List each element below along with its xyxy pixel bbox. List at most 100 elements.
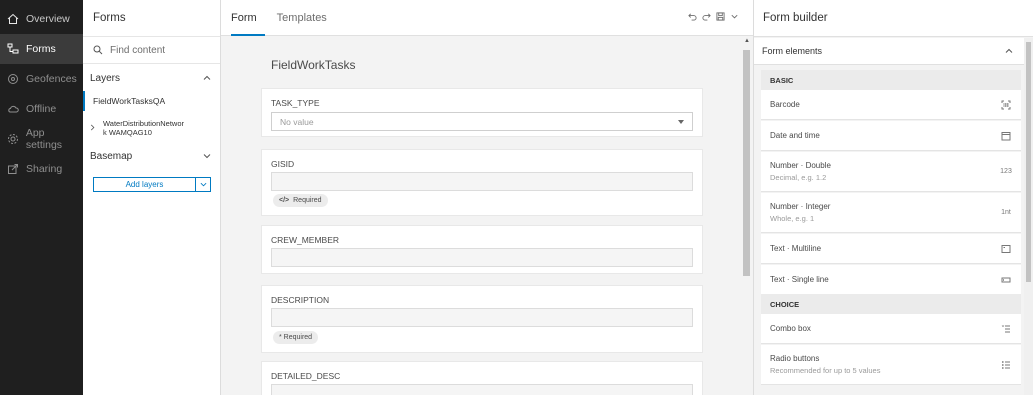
element-title: Text · Multiline [770, 244, 822, 253]
detailed-desc-input[interactable] [271, 384, 693, 395]
nav-item-offline[interactable]: Offline [0, 94, 83, 124]
nav-item-label: App settings [25, 127, 63, 151]
element-text-single-line[interactable]: Text · Single line [761, 265, 1021, 295]
list-icon [999, 323, 1013, 335]
editor-tabbar: Form Templates [221, 0, 753, 36]
chevron-up-icon [203, 75, 211, 80]
redo-icon[interactable] [702, 12, 711, 21]
basemap-section-header[interactable]: Basemap [83, 144, 220, 168]
barcode-icon [999, 99, 1013, 111]
code-icon: </> [279, 197, 290, 204]
layers-heading: Layers [90, 72, 121, 84]
element-title: Barcode [770, 100, 800, 109]
search-input[interactable]: Find content [83, 37, 220, 64]
field-label: CREW_MEMBER [271, 235, 340, 245]
category-choice: CHOICE [761, 294, 1021, 314]
element-title: Number · Double [770, 161, 831, 170]
field-label: GISID [271, 159, 295, 169]
nav-item-overview[interactable]: Overview [0, 4, 83, 34]
forms-icon [6, 42, 20, 56]
add-layers-dropdown[interactable] [196, 178, 210, 191]
nav-item-label: Overview [26, 13, 70, 25]
builder-scrollbar[interactable] [1024, 38, 1033, 395]
number-integer-icon: 1nt [1001, 209, 1011, 216]
nav-item-sharing[interactable]: Sharing [0, 154, 83, 184]
form-field-gisid[interactable]: GISID </> Required [261, 149, 703, 216]
nav-item-geofences[interactable]: Geofences [0, 64, 83, 94]
canvas-scrollbar[interactable]: ▲ [741, 36, 753, 395]
form-field-description[interactable]: DESCRIPTION * Required [261, 285, 703, 353]
nav-item-label: Sharing [26, 163, 63, 175]
basemap-heading: Basemap [90, 150, 133, 162]
nav-item-app-settings[interactable]: App settings [0, 124, 83, 154]
nav-item-label: Forms [26, 43, 56, 55]
scrollbar-thumb[interactable] [743, 50, 750, 276]
tab-templates[interactable]: Templates [267, 0, 337, 36]
crew-member-input[interactable] [271, 248, 693, 267]
form-field-detailed-desc[interactable]: DETAILED_DESC [261, 361, 703, 395]
layer-name: WaterDistributionNetwor k WAMQAG10 [103, 119, 184, 137]
form-canvas: FieldWorkTasks TASK_TYPE No value GISID … [221, 36, 741, 395]
element-text-multiline[interactable]: Text · Multiline [761, 234, 1021, 264]
scrollbar-thumb[interactable] [1026, 42, 1031, 282]
home-icon [6, 12, 20, 26]
search-placeholder: Find content [110, 44, 166, 56]
element-title: Radio buttons [770, 354, 820, 363]
task-type-select[interactable]: No value [271, 112, 693, 131]
form-elements-heading: Form elements [762, 46, 823, 56]
layer-item-waterdistribution[interactable]: WaterDistributionNetwor k WAMQAG10 [83, 113, 220, 143]
element-subtitle: Recommended for up to 5 values [770, 366, 881, 375]
element-date-time[interactable]: Date and time [761, 121, 1021, 151]
form-elements-header[interactable]: Form elements [754, 38, 1024, 65]
field-label: TASK_TYPE [271, 98, 320, 108]
layers-section-header[interactable]: Layers [83, 66, 220, 90]
element-number-double[interactable]: Number · Double Decimal, e.g. 1.2 123 [761, 152, 1021, 192]
chevron-up-icon [1005, 48, 1013, 53]
app-nav: Overview Forms Geofences Offline App set… [0, 0, 83, 395]
editor-toolbar [688, 12, 739, 21]
element-number-integer[interactable]: Number · Integer Whole, e.g. 1 1nt [761, 193, 1021, 233]
element-title: Number · Integer [770, 202, 831, 211]
layer-item-fieldworktasksqa[interactable]: FieldWorkTasksQA [83, 91, 220, 111]
add-layers-button[interactable]: Add layers [94, 178, 196, 191]
select-value: No value [280, 116, 314, 127]
caret-down-icon [678, 119, 684, 124]
share-icon [6, 162, 20, 176]
panel-title: Forms [83, 0, 220, 37]
form-field-task-type[interactable]: TASK_TYPE No value [261, 88, 703, 137]
geofence-icon [6, 72, 20, 86]
element-radio-buttons[interactable]: Radio buttons Recommended for up to 5 va… [761, 345, 1021, 385]
form-title: FieldWorkTasks [271, 58, 356, 72]
required-badge: </> Required [273, 194, 328, 207]
gear-icon [6, 132, 20, 146]
undo-icon[interactable] [688, 12, 697, 21]
element-title: Combo box [770, 324, 811, 333]
cloud-offline-icon [6, 102, 20, 116]
nav-item-label: Geofences [26, 73, 77, 85]
field-label: DETAILED_DESC [271, 371, 341, 381]
add-layers-split-button: Add layers [93, 177, 211, 192]
element-combo-box[interactable]: Combo box [761, 314, 1021, 344]
calendar-icon [999, 130, 1013, 142]
gisid-input[interactable] [271, 172, 693, 191]
save-icon[interactable] [716, 12, 725, 21]
required-badge: * Required [273, 331, 319, 344]
tab-form[interactable]: Form [221, 0, 267, 36]
number-double-icon: 123 [1000, 168, 1012, 175]
scroll-up-icon[interactable]: ▲ [744, 38, 750, 44]
element-title: Date and time [770, 131, 820, 140]
element-barcode[interactable]: Barcode [761, 90, 1021, 120]
nav-item-forms[interactable]: Forms [0, 34, 83, 64]
text-input-icon [999, 274, 1013, 286]
chevron-down-icon[interactable] [730, 12, 739, 21]
chevron-down-icon [203, 154, 211, 159]
form-field-crew-member[interactable]: CREW_MEMBER [261, 225, 703, 274]
description-input[interactable] [271, 308, 693, 327]
element-subtitle: Decimal, e.g. 1.2 [770, 173, 827, 182]
form-editor: Form Templates FieldWorkTasks TASK_TYPE … [221, 0, 753, 395]
radio-list-icon [999, 359, 1013, 371]
category-basic: BASIC [761, 70, 1021, 90]
form-builder-title: Form builder [754, 0, 1033, 37]
chevron-right-icon[interactable] [89, 123, 99, 133]
element-title: Text · Single line [770, 275, 829, 284]
